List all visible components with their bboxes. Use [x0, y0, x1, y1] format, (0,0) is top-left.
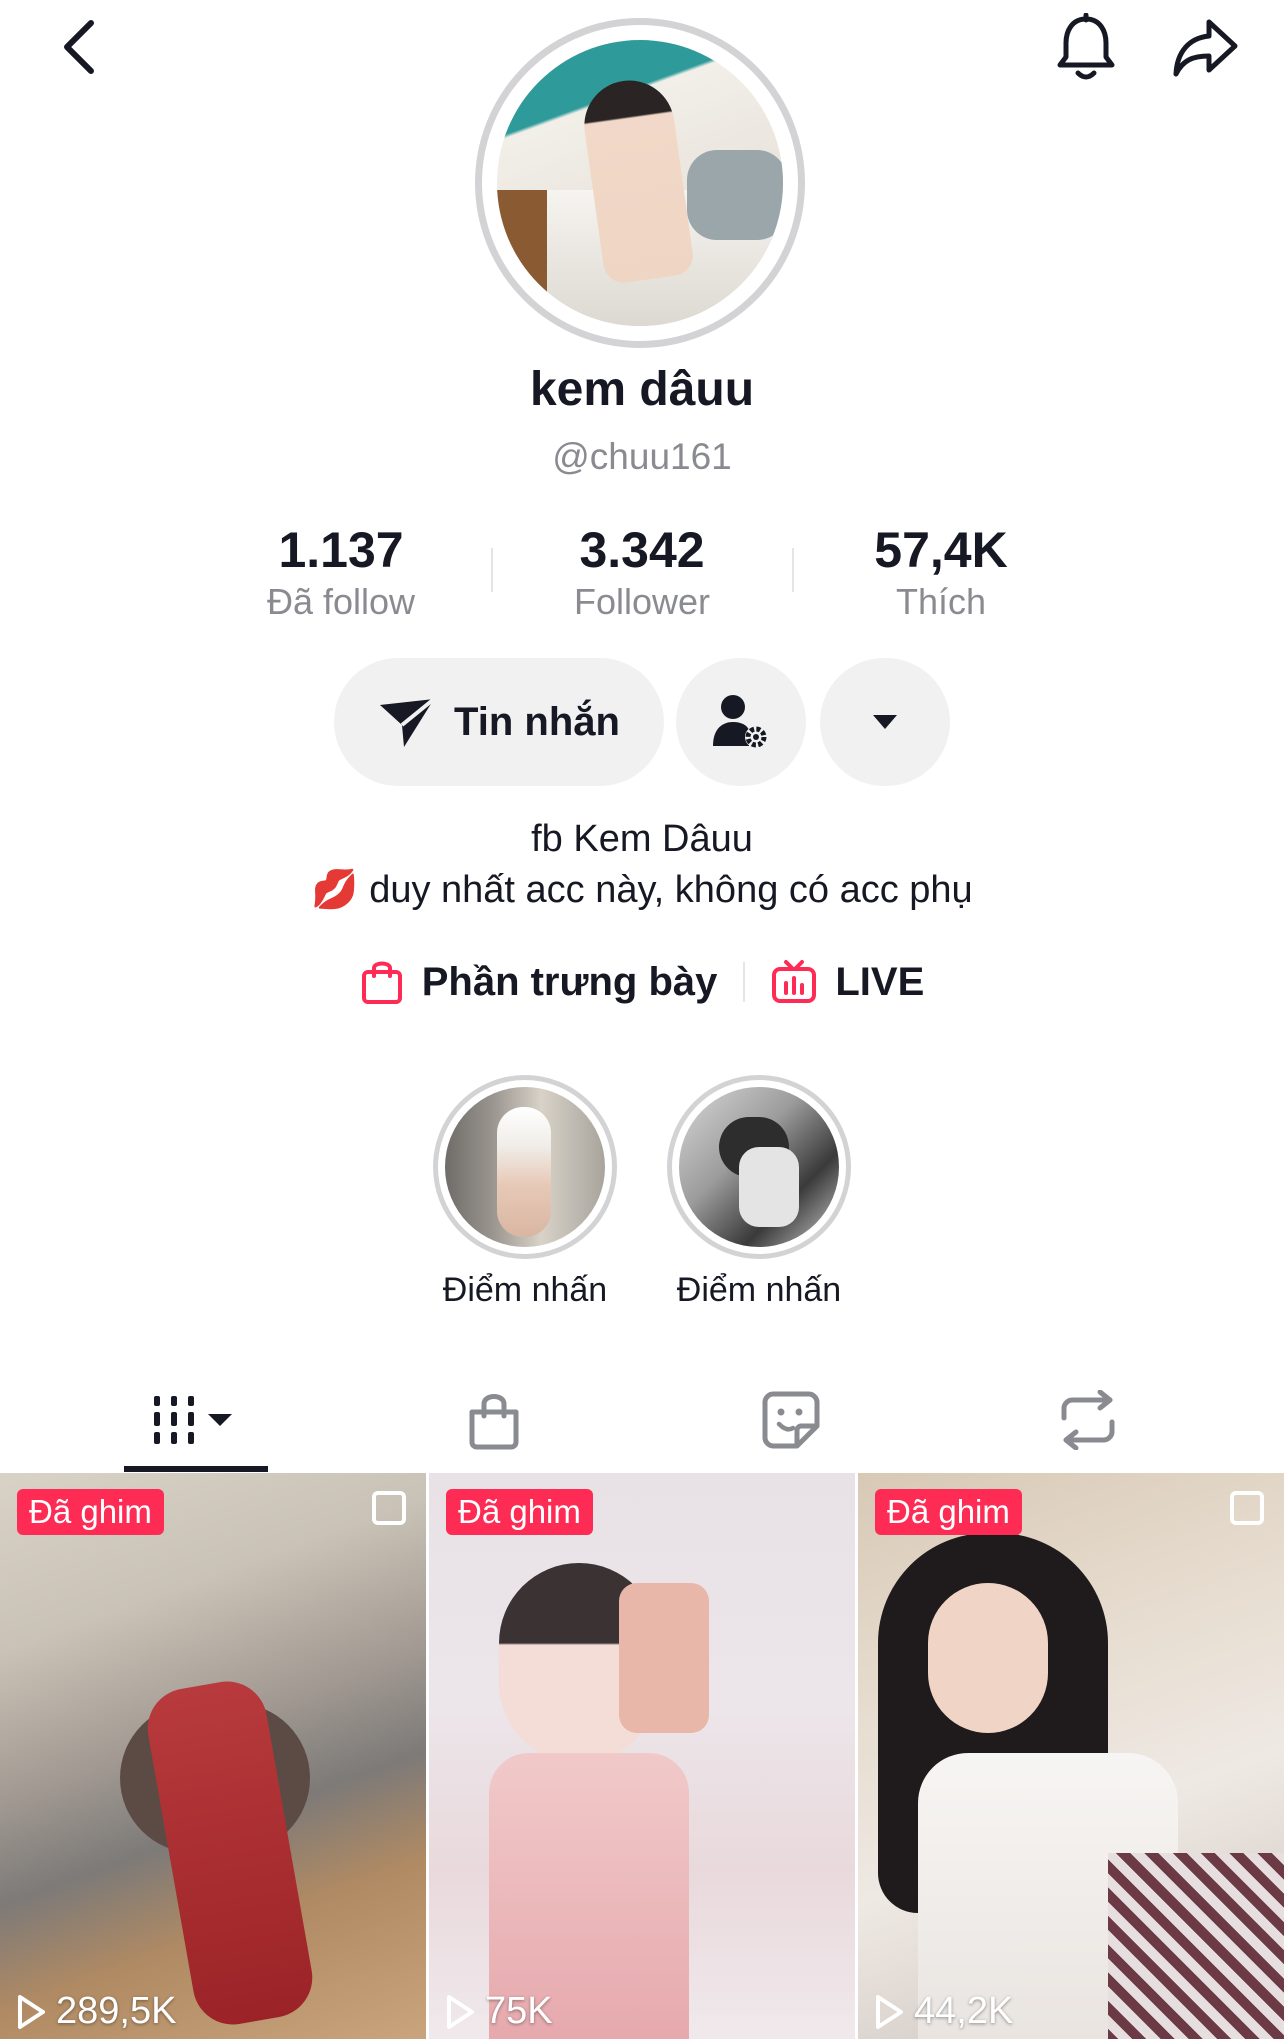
bio-line-1: fb Kem Dâuu: [531, 818, 753, 860]
profile-avatar[interactable]: [475, 18, 805, 348]
view-count: 75K: [445, 1990, 553, 2033]
active-tab-indicator: [124, 1466, 268, 1472]
shopping-bag-icon: [361, 961, 402, 1004]
view-count-value: 289,5K: [56, 1990, 177, 2032]
tab-shop[interactable]: [333, 1370, 654, 1470]
stat-followers[interactable]: 3.342 Follower: [512, 520, 772, 624]
stat-following-label: Đã follow: [266, 581, 416, 622]
highlight-label: Điểm nhấn: [442, 1271, 608, 1309]
grid-sort-icon: [153, 1396, 232, 1444]
stat-likes[interactable]: 57,4K Thích: [811, 520, 1071, 624]
highlight-2[interactable]: Điểm nhấn: [664, 1075, 854, 1310]
video-thumbnail-1[interactable]: Đã ghim 289,5K: [0, 1473, 426, 2039]
back-button[interactable]: [44, 12, 114, 82]
stat-divider: [491, 548, 493, 592]
highlight-1[interactable]: Điểm nhấn: [430, 1075, 620, 1310]
stat-followers-value: 3.342: [579, 522, 705, 578]
view-count-value: 75K: [485, 1990, 553, 2032]
caret-down-icon: [873, 715, 897, 729]
video-thumbnail-subject: [619, 1583, 709, 1733]
tab-stickers[interactable]: [630, 1370, 951, 1470]
stat-divider: [792, 548, 794, 592]
stat-following[interactable]: 1.137 Đã follow: [211, 520, 471, 624]
video-thumbnail-subject: [1108, 1853, 1284, 2039]
live-link-label: LIVE: [835, 959, 925, 1004]
stat-following-value: 1.137: [278, 522, 404, 578]
view-count: 44,2K: [874, 1990, 1013, 2033]
message-button-label: Tin nhắn: [454, 699, 620, 744]
pinned-badge: Đã ghim: [17, 1489, 164, 1535]
play-icon: [876, 1994, 903, 2029]
view-count-value: 44,2K: [914, 1990, 1014, 2032]
notification-bell-button[interactable]: [1050, 10, 1122, 86]
tab-reposts[interactable]: [927, 1370, 1248, 1470]
display-name: kem dâuu: [529, 363, 755, 416]
profile-links: Phần trưng bày LIVE: [0, 958, 1284, 1006]
pinned-badge: Đã ghim: [875, 1489, 1022, 1535]
highlight-ring: [667, 1075, 851, 1259]
repost-icon: [1061, 1390, 1114, 1450]
user-settings-icon: [713, 695, 767, 748]
video-thumbnail-3[interactable]: Đã ghim 44,2K: [858, 1473, 1284, 2039]
lips-emoji: 💋: [311, 869, 359, 911]
highlight-label: Điểm nhấn: [676, 1271, 842, 1309]
share-arrow-icon: [1173, 19, 1238, 77]
highlight-ring: [433, 1075, 617, 1259]
video-grid: Đã ghim 289,5K Đã ghim 75K Đã ghim 44,2K: [0, 1473, 1284, 2039]
live-tv-icon: [772, 960, 817, 1003]
tab-videos[interactable]: [35, 1370, 356, 1470]
avatar-image: [497, 40, 783, 326]
message-button[interactable]: Tin nhắn: [334, 658, 664, 786]
highlight-thumbnail: [679, 1087, 839, 1247]
view-count: 289,5K: [16, 1990, 176, 2033]
stat-likes-label: Thích: [895, 581, 987, 622]
multi-photo-icon: [1230, 1491, 1264, 1525]
username-handle: @chuu161: [552, 436, 732, 477]
send-icon: [380, 697, 436, 747]
showcase-link-label: Phần trưng bày: [421, 959, 718, 1004]
stat-followers-label: Follower: [573, 581, 711, 622]
link-divider: [743, 962, 746, 1002]
multi-photo-icon: [372, 1491, 406, 1525]
play-icon: [447, 1994, 474, 2029]
stat-likes-value: 57,4K: [874, 522, 1008, 578]
video-thumbnail-subject: [928, 1583, 1048, 1733]
share-button[interactable]: [1168, 10, 1244, 86]
sticker-icon: [762, 1391, 819, 1449]
live-link[interactable]: LIVE: [771, 959, 924, 1005]
bio-line-2-text: duy nhất acc này, không có acc phụ: [369, 869, 973, 911]
bio-line-2: 💋 duy nhất acc này, không có acc phụ: [0, 868, 1284, 912]
pinned-badge: Đã ghim: [446, 1489, 593, 1535]
friend-settings-button[interactable]: [676, 658, 806, 786]
highlight-thumbnail: [445, 1087, 605, 1247]
bell-icon: [1057, 13, 1115, 80]
showcase-link[interactable]: Phần trưng bày: [360, 958, 718, 1006]
chevron-left-icon: [64, 20, 94, 74]
video-thumbnail-2[interactable]: Đã ghim 75K: [429, 1473, 855, 2039]
profile-tabs: [0, 1370, 1284, 1474]
more-options-button[interactable]: [820, 658, 950, 786]
bag-icon: [469, 1394, 518, 1450]
play-icon: [18, 1994, 45, 2029]
